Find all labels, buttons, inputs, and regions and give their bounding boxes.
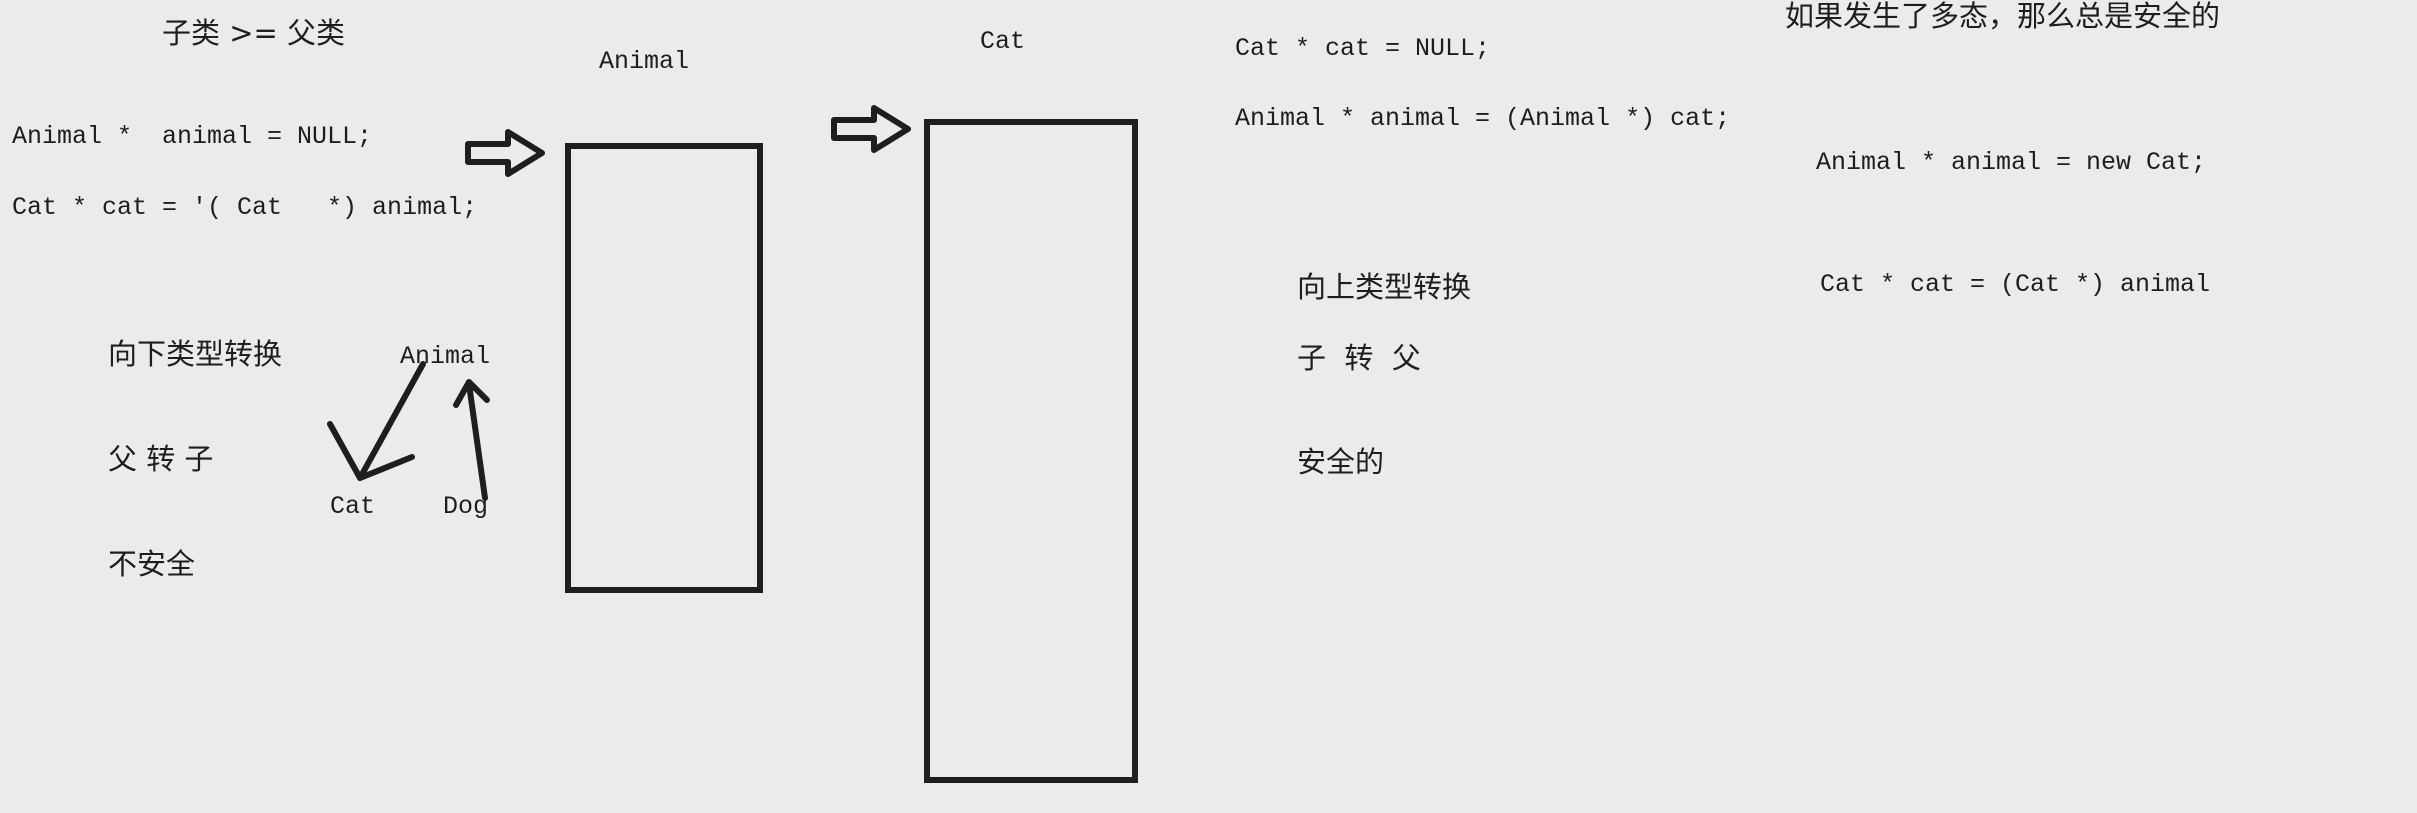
upcast-title: 向上类型转换 [1297,270,1472,304]
tree-left-label: Cat [330,492,376,521]
animal-box-label: Animal [599,47,690,76]
block-arrow-cat [831,105,911,153]
downcast-safety: 不安全 [108,547,196,581]
far-right-code-line-2: Cat * cat = (Cat *) animal [1820,270,2211,299]
upcast-arrow [453,379,490,501]
far-right-code-line-1: Animal * animal = new Cat; [1816,148,2207,177]
block-arrow-animal [465,129,545,177]
right-code-line-1: Cat * cat = NULL; [1235,34,1491,63]
tree-right-label: Dog [443,492,489,521]
animal-memory-box [565,143,763,593]
cat-box-label: Cat [980,27,1026,56]
left-code-line-2: Cat * cat = '( Cat *) animal; [12,193,478,222]
polymorphism-note: 如果发生了多态，那么总是安全的 [1785,0,2221,33]
upcast-direction: 子 转 父 [1297,341,1421,375]
cat-memory-box [924,119,1138,783]
left-code-line-1: Animal * animal = NULL; [12,122,373,151]
tree-root-label: Animal [400,342,491,371]
downcast-direction: 父 转 子 [108,442,214,476]
downcast-title: 向下类型转换 [108,337,283,371]
downcast-arrow [327,361,426,481]
subclass-ge-parent-heading: 子类 >= 父类 [162,16,346,50]
upcast-safety: 安全的 [1297,445,1385,479]
right-code-line-2: Animal * animal = (Animal *) cat; [1235,104,1731,133]
